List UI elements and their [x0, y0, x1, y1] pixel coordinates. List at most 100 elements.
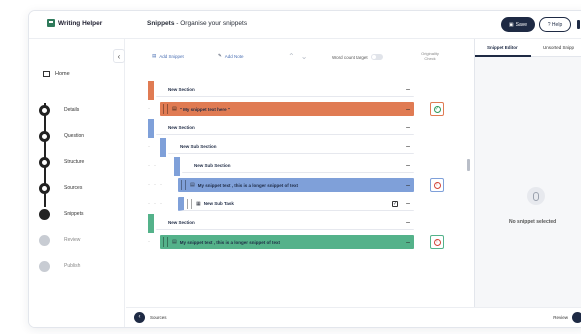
collapse-icon[interactable]: − — [402, 181, 414, 190]
collapse-icon[interactable]: − — [402, 123, 414, 132]
list-item[interactable]: · ▤ My snippet text , this is a longer s… — [126, 233, 465, 252]
sidebar-item-review[interactable]: Review — [39, 227, 84, 253]
sidebar-item-structure[interactable]: Structure — [39, 149, 84, 175]
app-name: Writing Helper — [58, 19, 103, 27]
snippet-editor-area: ▤ Add Snippet ✎ Add Note ⌃ ⌄ Word count … — [126, 39, 465, 307]
step-list: Details Question Structure Sources Snipp… — [39, 97, 84, 279]
collapse-icon[interactable]: − — [402, 105, 414, 114]
active-tab-indicator — [475, 55, 531, 57]
row-label: " My snippet text here " — [179, 106, 231, 112]
word-count-target-toggle[interactable]: Word count target — [332, 54, 383, 60]
sidebar-item-snippets[interactable]: Snippets — [39, 201, 84, 227]
sidebar-item-question[interactable]: Question — [39, 123, 84, 149]
list-item[interactable]: · ▤ " My snippet text here " − ✓ — [126, 100, 465, 119]
tab-unsorted-snippets[interactable]: Unsorted Snipp — [543, 45, 574, 50]
drag-handle[interactable] — [163, 237, 168, 247]
row-label: New Section — [168, 87, 195, 92]
row-label: My snippet text , this is a longer snipp… — [197, 182, 298, 188]
collapse-icon[interactable]: − — [402, 218, 414, 227]
originality-check-header: Originality Check — [421, 51, 439, 61]
snippet-tree: New Section − · ▤ " My snippet text here… — [126, 81, 465, 252]
tree-dots: ··· — [148, 201, 166, 207]
collapse-icon[interactable]: − — [402, 142, 414, 151]
sidebar-item-sources[interactable]: Sources — [39, 175, 84, 201]
originality-check-indicator[interactable]: ✓ — [430, 102, 444, 116]
add-note-button[interactable]: ✎ Add Note — [218, 53, 244, 59]
home-label: Home — [55, 71, 70, 77]
step-label: Review — [64, 237, 81, 243]
list-item[interactable]: New Section − — [126, 214, 465, 233]
drag-handle[interactable] — [187, 198, 192, 209]
originality-check-indicator[interactable]: ! — [430, 235, 444, 249]
step-label: Publish — [64, 263, 81, 269]
step-label: Structure — [64, 159, 85, 165]
next-step-button[interactable]: Review — [553, 312, 581, 323]
arrow-right-icon — [572, 312, 581, 323]
step-label: Details — [64, 107, 80, 113]
pencil-icon: ✎ — [218, 53, 222, 58]
sidebar-item-details[interactable]: Details — [39, 97, 84, 123]
empty-state-icon — [527, 187, 545, 205]
right-panel: Snippet Editor Unsorted Snipp No snippet… — [474, 39, 581, 307]
panel-resize-handle[interactable] — [467, 159, 470, 171]
section-color-stripe — [160, 138, 166, 157]
list-item[interactable]: ··· ▦ New Sub Task ✓ − — [126, 195, 465, 214]
arrow-left-icon: ‹ — [134, 312, 145, 323]
drag-handle[interactable] — [163, 104, 168, 114]
chevron-down-icon[interactable]: ⌄ — [301, 52, 308, 61]
check-icon: ✓ — [433, 105, 441, 113]
list-item[interactable]: ·· New Sub Section − — [126, 157, 465, 176]
move-controls: ⌃ ⌄ — [288, 52, 307, 61]
step-dot-current — [39, 208, 50, 220]
help-label: ? Help — [547, 21, 563, 28]
originality-check-indicator[interactable]: ! — [430, 178, 444, 192]
snippet-icon: ▤ — [152, 53, 157, 58]
top-bar: Writing Helper Snippets - Organise your … — [29, 11, 581, 39]
step-dot — [39, 234, 50, 246]
sidebar-item-publish[interactable]: Publish — [39, 253, 84, 279]
collapse-icon[interactable]: − — [402, 199, 414, 208]
warning-icon: ! — [433, 181, 441, 189]
right-panel-tabs: Snippet Editor Unsorted Snipp — [475, 39, 581, 57]
warning-icon: ! — [433, 238, 441, 246]
toggle-switch[interactable] — [370, 54, 383, 60]
chevron-left-icon: ‹ — [117, 51, 121, 61]
tab-snippet-editor[interactable]: Snippet Editor — [487, 45, 518, 50]
list-item[interactable]: ··· ▤ My snippet text , this is a longer… — [126, 176, 465, 195]
chevron-up-icon[interactable]: ⌃ — [288, 52, 295, 61]
step-dot — [39, 130, 50, 142]
page-title-main: Snippets — [147, 20, 175, 27]
row-label: New Sub Section — [194, 163, 231, 168]
row-label: My snippet text , this is a longer snipp… — [179, 239, 280, 245]
list-item[interactable]: New Section − — [126, 119, 465, 138]
task-checkbox[interactable]: ✓ — [392, 200, 398, 207]
list-item[interactable]: · New Sub Section − — [126, 138, 465, 157]
help-button[interactable]: ? Help — [539, 17, 571, 32]
tree-dots: · — [148, 239, 154, 245]
step-label: Snippets — [64, 211, 84, 217]
add-snippet-button[interactable]: ▤ Add Snippet — [152, 53, 184, 59]
list-item[interactable]: New Section − — [126, 81, 465, 100]
more-icon[interactable] — [577, 20, 580, 29]
save-button[interactable]: ▣ Save — [501, 17, 535, 32]
snippet-placeholder-icon — [533, 191, 539, 201]
sidebar: ‹ Home Details Question Structure Source… — [29, 39, 125, 327]
step-dot — [39, 182, 50, 194]
app-window: Writing Helper Snippets - Organise your … — [28, 10, 581, 328]
collapse-sidebar-button[interactable]: ‹ — [113, 49, 125, 63]
section-color-stripe — [174, 157, 180, 176]
tree-dots: · — [148, 144, 154, 150]
tree-dots: ·· — [148, 163, 160, 169]
snippet-icon: ▤ — [172, 239, 177, 245]
home-link[interactable]: Home — [43, 71, 70, 77]
previous-step-button[interactable]: ‹ Sources — [134, 312, 167, 323]
home-icon — [43, 71, 50, 77]
app-logo[interactable]: Writing Helper — [47, 19, 102, 27]
drag-handle[interactable] — [181, 180, 186, 190]
section-color-stripe — [148, 214, 154, 233]
collapse-icon[interactable]: − — [402, 238, 414, 247]
collapse-icon[interactable]: − — [402, 85, 414, 94]
logo-icon — [47, 19, 55, 27]
collapse-icon[interactable]: − — [402, 161, 414, 170]
snippet-toolbar: ▤ Add Snippet ✎ Add Note ⌃ ⌄ Word count … — [126, 51, 465, 65]
